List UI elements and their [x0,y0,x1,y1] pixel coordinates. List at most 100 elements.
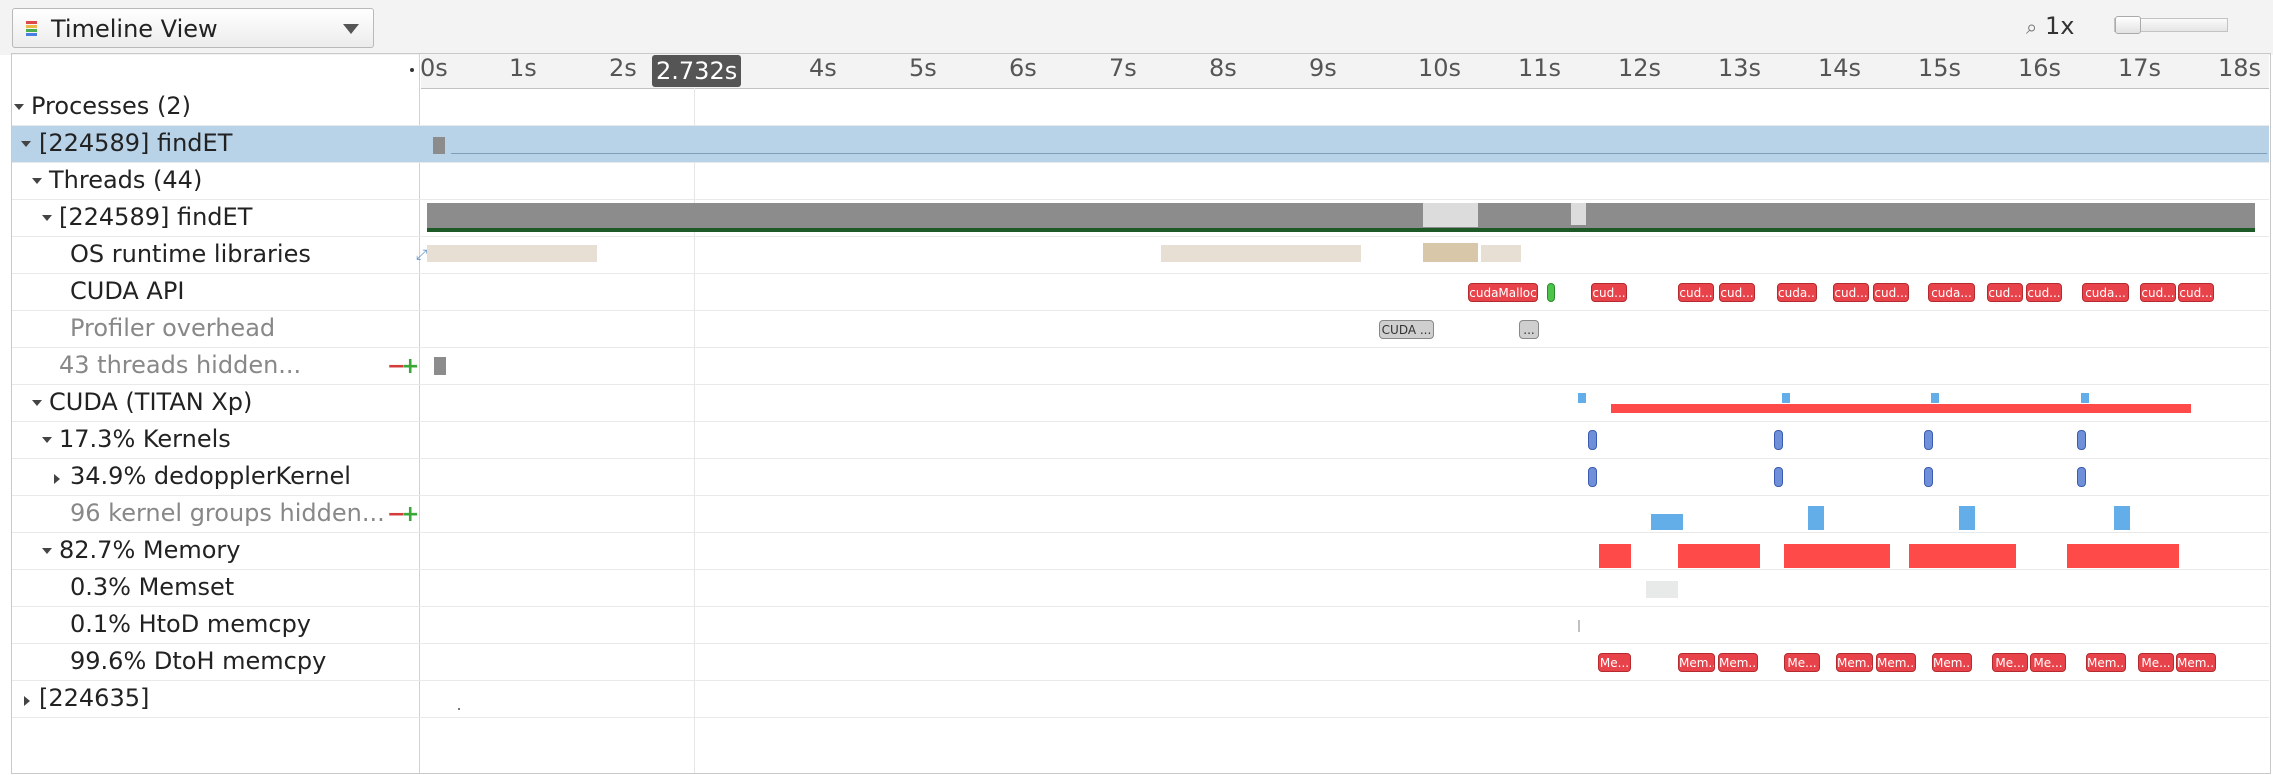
hidden-kernels-lane[interactable] [421,496,2269,532]
os-runtime-lane[interactable] [421,237,2269,273]
cuda-api-call[interactable]: cud... [1591,283,1627,302]
tree-row-process-findet[interactable]: [224589] findET [12,126,2269,163]
dtoh-transfer[interactable]: Mem... [1932,653,1972,672]
htod-lane[interactable] [421,607,2269,643]
tree-row-os-runtime[interactable]: OS runtime libraries ⤢ [12,237,2269,274]
kernel-launch[interactable] [1924,430,1933,450]
tree-row-profiler-overhead[interactable]: Profiler overhead CUDA ... ... [12,311,2269,348]
expand-toggle-icon[interactable] [54,474,60,484]
ruler-tick: 15s [1918,54,1962,82]
dtoh-transfer[interactable]: Mem... [2086,653,2126,672]
kernels-lane[interactable] [421,422,2269,458]
dtoh-transfer[interactable]: Me... [1784,653,1820,672]
tree-row-process-224635[interactable]: [224635] [12,681,2269,718]
tree-row-cuda-api[interactable]: CUDA API cudaMalloc cud... cud... cud...… [12,274,2269,311]
dtoh-transfer[interactable]: Me... [2138,653,2174,672]
cuda-api-call[interactable]: cud... [1678,283,1714,302]
process-lane[interactable] [421,681,2269,717]
cuda-api-call[interactable] [1547,283,1555,302]
expand-toggle-icon[interactable] [42,437,52,443]
dtoh-lane[interactable]: Me... Mem... Mem... Me... Mem... Mem... … [421,644,2269,680]
ruler-tick: 16s [2018,54,2062,82]
cuda-device-lane[interactable] [421,385,2269,421]
magnifier-icon: ⌕ [2026,15,2038,39]
cuda-api-call[interactable]: cud... [1873,283,1909,302]
expand-toggle-icon[interactable] [24,696,30,706]
dtoh-transfer[interactable]: Mem... [1718,653,1758,672]
profiler-overhead-event[interactable]: CUDA ... [1379,320,1434,339]
dtoh-transfer[interactable]: Me... [2030,653,2066,672]
tree-row-dtoh-memcpy[interactable]: 99.6% DtoH memcpy Me... Mem... Mem... Me… [12,644,2269,681]
zoom-slider[interactable] [2114,16,2228,34]
device-kernel-activity [1782,393,1790,403]
cuda-api-call[interactable]: cud... [1987,283,2023,302]
ruler-tick: 4s [809,54,837,82]
tree-row-kernels[interactable]: 17.3% Kernels [12,422,2269,459]
profiler-overhead-event[interactable]: ... [1519,320,1539,339]
tree-row-kernel-groups-hidden[interactable]: 96 kernel groups hidden... − + [12,496,2269,533]
dtoh-transfer[interactable]: Mem... [1678,653,1715,672]
dedoppler-kernel-instance[interactable] [1924,467,1933,487]
tree-row-processes[interactable]: Processes (2) [12,89,2269,126]
expand-toggle-icon[interactable] [14,104,24,110]
tree-row-cuda-device[interactable]: CUDA (TITAN Xp) [12,385,2269,422]
expand-toggle-icon[interactable] [42,215,52,221]
dedoppler-kernel-instance[interactable] [2077,467,2086,487]
ruler-tick: 7s [1109,54,1137,82]
expand-plus-icon[interactable]: + [401,502,419,527]
ruler-tick: 11s [1518,54,1562,82]
profiler-overhead-lane[interactable]: CUDA ... ... [421,311,2269,347]
cuda-api-call[interactable]: cudaMalloc [1468,283,1538,302]
dtoh-transfer[interactable]: Mem... [1836,653,1873,672]
row-label: Threads (44) [49,166,203,194]
chevron-down-icon [343,24,359,34]
tree-row-htod-memcpy[interactable]: 0.1% HtoD memcpy [12,607,2269,644]
kernel-launch[interactable] [1588,430,1597,450]
tree-row-threads[interactable]: Threads (44) [12,163,2269,200]
zoom-level: 1x [2045,12,2075,40]
memory-lane[interactable] [421,533,2269,569]
cuda-api-call[interactable]: cud... [2026,283,2062,302]
kernel-launch[interactable] [2077,430,2086,450]
ruler-tick: 9s [1309,54,1337,82]
tree-row-threads-hidden[interactable]: 43 threads hidden... − + [12,348,2269,385]
tree-row-memory[interactable]: 82.7% Memory [12,533,2269,570]
dtoh-transfer[interactable]: Mem... [1876,653,1916,672]
cuda-api-call[interactable]: cud... [2178,283,2214,302]
zoom-slider-thumb[interactable] [2115,16,2141,34]
cuda-api-call[interactable]: cuda... [1928,283,1975,302]
ruler-tick: 8s [1209,54,1237,82]
hidden-threads-lane[interactable] [421,348,2269,384]
dedoppler-kernel-instance[interactable] [1774,467,1783,487]
memory-activity-block [1599,544,1631,568]
dtoh-transfer[interactable]: Me... [1992,653,2028,672]
kernel-launch[interactable] [1774,430,1783,450]
process-lane[interactable] [421,126,2269,162]
cuda-api-call[interactable]: cud... [1833,283,1869,302]
expand-toggle-icon[interactable] [32,400,42,406]
view-selector-label: Timeline View [51,15,218,43]
view-selector-dropdown[interactable]: Timeline View [12,8,374,48]
expand-toggle-icon[interactable] [21,141,31,147]
device-kernel-activity [1931,393,1939,403]
cuda-api-lane[interactable]: cudaMalloc cud... cud... cud... cuda... … [421,274,2269,310]
tree-row-memset[interactable]: 0.3% Memset [12,570,2269,607]
expand-toggle-icon[interactable] [42,548,52,554]
tree-row-dedoppler-kernel[interactable]: 34.9% dedopplerKernel [12,459,2269,496]
memset-lane[interactable] [421,570,2269,606]
tree-row-thread-findet[interactable]: [224589] findET [12,200,2269,237]
ruler-tick: 2s [609,54,637,82]
cuda-api-call[interactable]: cuda... [1777,283,1817,302]
row-label: 99.6% DtoH memcpy [70,647,327,675]
cuda-api-call[interactable]: cud... [2140,283,2176,302]
column-resize-handle[interactable] [410,68,414,72]
dedoppler-lane[interactable] [421,459,2269,495]
dtoh-transfer[interactable]: Mem... [2176,653,2216,672]
dtoh-transfer[interactable]: Me... [1598,653,1631,672]
thread-cpu-lane[interactable] [421,200,2269,236]
dedoppler-kernel-instance[interactable] [1588,467,1597,487]
cuda-api-call[interactable]: cuda... [2082,283,2129,302]
cuda-api-call[interactable]: cud... [1719,283,1755,302]
expand-toggle-icon[interactable] [32,178,42,184]
expand-plus-icon[interactable]: + [401,354,419,379]
